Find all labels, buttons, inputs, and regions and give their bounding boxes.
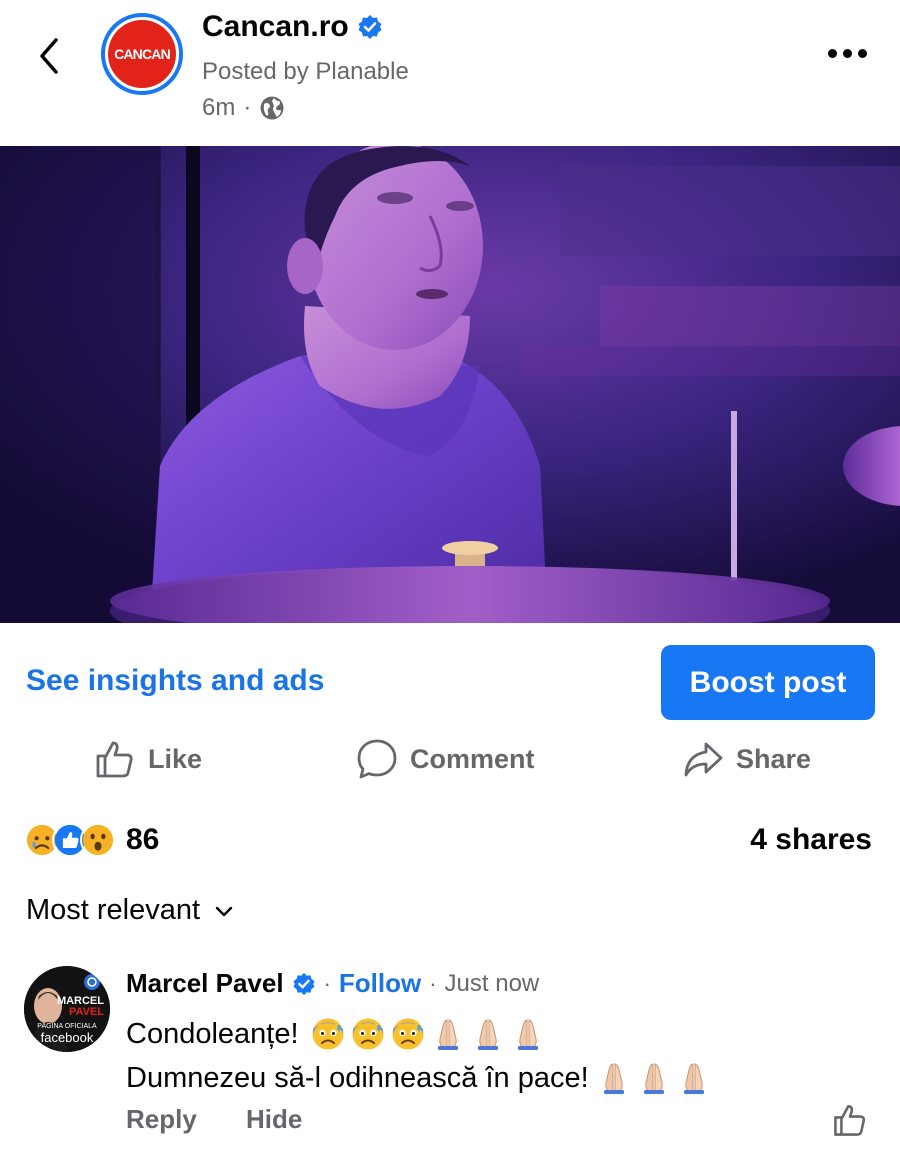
comment-button[interactable]: Comment (356, 734, 535, 784)
comment-sort-dropdown[interactable]: Most relevant (26, 894, 234, 927)
globe-icon[interactable] (259, 95, 285, 121)
commenter-name[interactable]: Marcel Pavel (126, 968, 284, 999)
page-name[interactable]: Cancan.ro (202, 10, 349, 44)
comment-text-2: Dumnezeu să-l odihnească în pace! (126, 1062, 589, 1094)
folded-hands-emoji-icon (437, 1019, 458, 1050)
verified-badge-icon (292, 972, 315, 995)
post-time[interactable]: 6m (202, 94, 235, 122)
reply-button[interactable]: Reply (126, 1104, 197, 1135)
cancan-logo: CANCAN (108, 20, 176, 88)
thumbs-up-icon (96, 741, 133, 778)
comment-line-2: Dumnezeu să-l odihnească în pace! (126, 1056, 711, 1100)
like-button[interactable]: Like (94, 734, 202, 784)
avatar-text-pavel: PAVEL (69, 1006, 104, 1018)
page-avatar[interactable]: CANCAN (101, 13, 183, 95)
more-options-icon[interactable] (828, 40, 872, 66)
folded-hands-emoji-icon (643, 1063, 664, 1094)
comment-header: Marcel Pavel · Follow · Just now (126, 968, 539, 999)
share-arrow-icon (684, 742, 723, 777)
comment-text-1: Condoleanțe! (126, 1018, 299, 1050)
share-count[interactable]: 4 shares (750, 823, 872, 857)
comment-line-1: Condoleanțe! (126, 1012, 711, 1056)
see-insights-link[interactable]: See insights and ads (26, 664, 324, 698)
comment-emojis-1 (305, 1017, 545, 1051)
share-button[interactable]: Share (682, 734, 811, 784)
anxious-face-with-sweat-emoji-icon (392, 1018, 424, 1050)
reaction-count: 86 (126, 823, 160, 856)
post-meta: 6m · (202, 94, 285, 122)
back-chevron-icon[interactable] (32, 34, 68, 78)
logo-text: CANCAN (114, 46, 171, 62)
follow-button[interactable]: Follow (339, 968, 421, 999)
hide-button[interactable]: Hide (246, 1104, 302, 1135)
page-name-row: Cancan.ro (202, 10, 383, 44)
share-label: Share (736, 743, 812, 774)
anxious-face-with-sweat-emoji-icon (352, 1018, 384, 1050)
posted-by-label: Posted by Planable (202, 58, 409, 85)
comment-label: Comment (410, 743, 535, 774)
comment-time[interactable]: Just now (445, 970, 540, 998)
comment-body: Condoleanțe! Dumnezeu să-l odihnească în… (126, 1012, 711, 1100)
avatar-text-pagina: PAGINA OFICIALA (37, 1023, 97, 1030)
meta-separator: · (243, 94, 252, 121)
folded-hands-emoji-icon (477, 1019, 498, 1050)
commenter-avatar[interactable]: MARCEL PAVEL PAGINA OFICIALA facebook (24, 966, 110, 1052)
like-label: Like (148, 743, 203, 774)
comment-bubble-icon (357, 739, 397, 779)
comment-separator: · (323, 970, 331, 996)
reaction-summary[interactable]: 86 (24, 822, 159, 858)
anxious-face-with-sweat-emoji-icon (312, 1018, 344, 1050)
folded-hands-emoji-icon (517, 1019, 538, 1050)
folded-hands-emoji-icon (603, 1063, 624, 1094)
boost-post-button[interactable]: Boost post (661, 645, 875, 720)
post-header: CANCAN Cancan.ro Posted by Planable 6m · (0, 0, 900, 146)
wow-reaction-icon (80, 822, 116, 858)
folded-hands-emoji-icon (683, 1063, 704, 1094)
comment-like-icon[interactable] (832, 1102, 868, 1138)
sort-label: Most relevant (26, 894, 201, 926)
post-photo[interactable] (0, 146, 900, 623)
avatar-text-facebook: facebook (41, 1030, 94, 1045)
comment-separator-2: · (429, 970, 437, 996)
comment-emojis-2 (591, 1061, 711, 1095)
drummer-photo (0, 146, 900, 623)
chevron-down-icon (215, 906, 233, 916)
verified-badge-icon (358, 15, 382, 39)
